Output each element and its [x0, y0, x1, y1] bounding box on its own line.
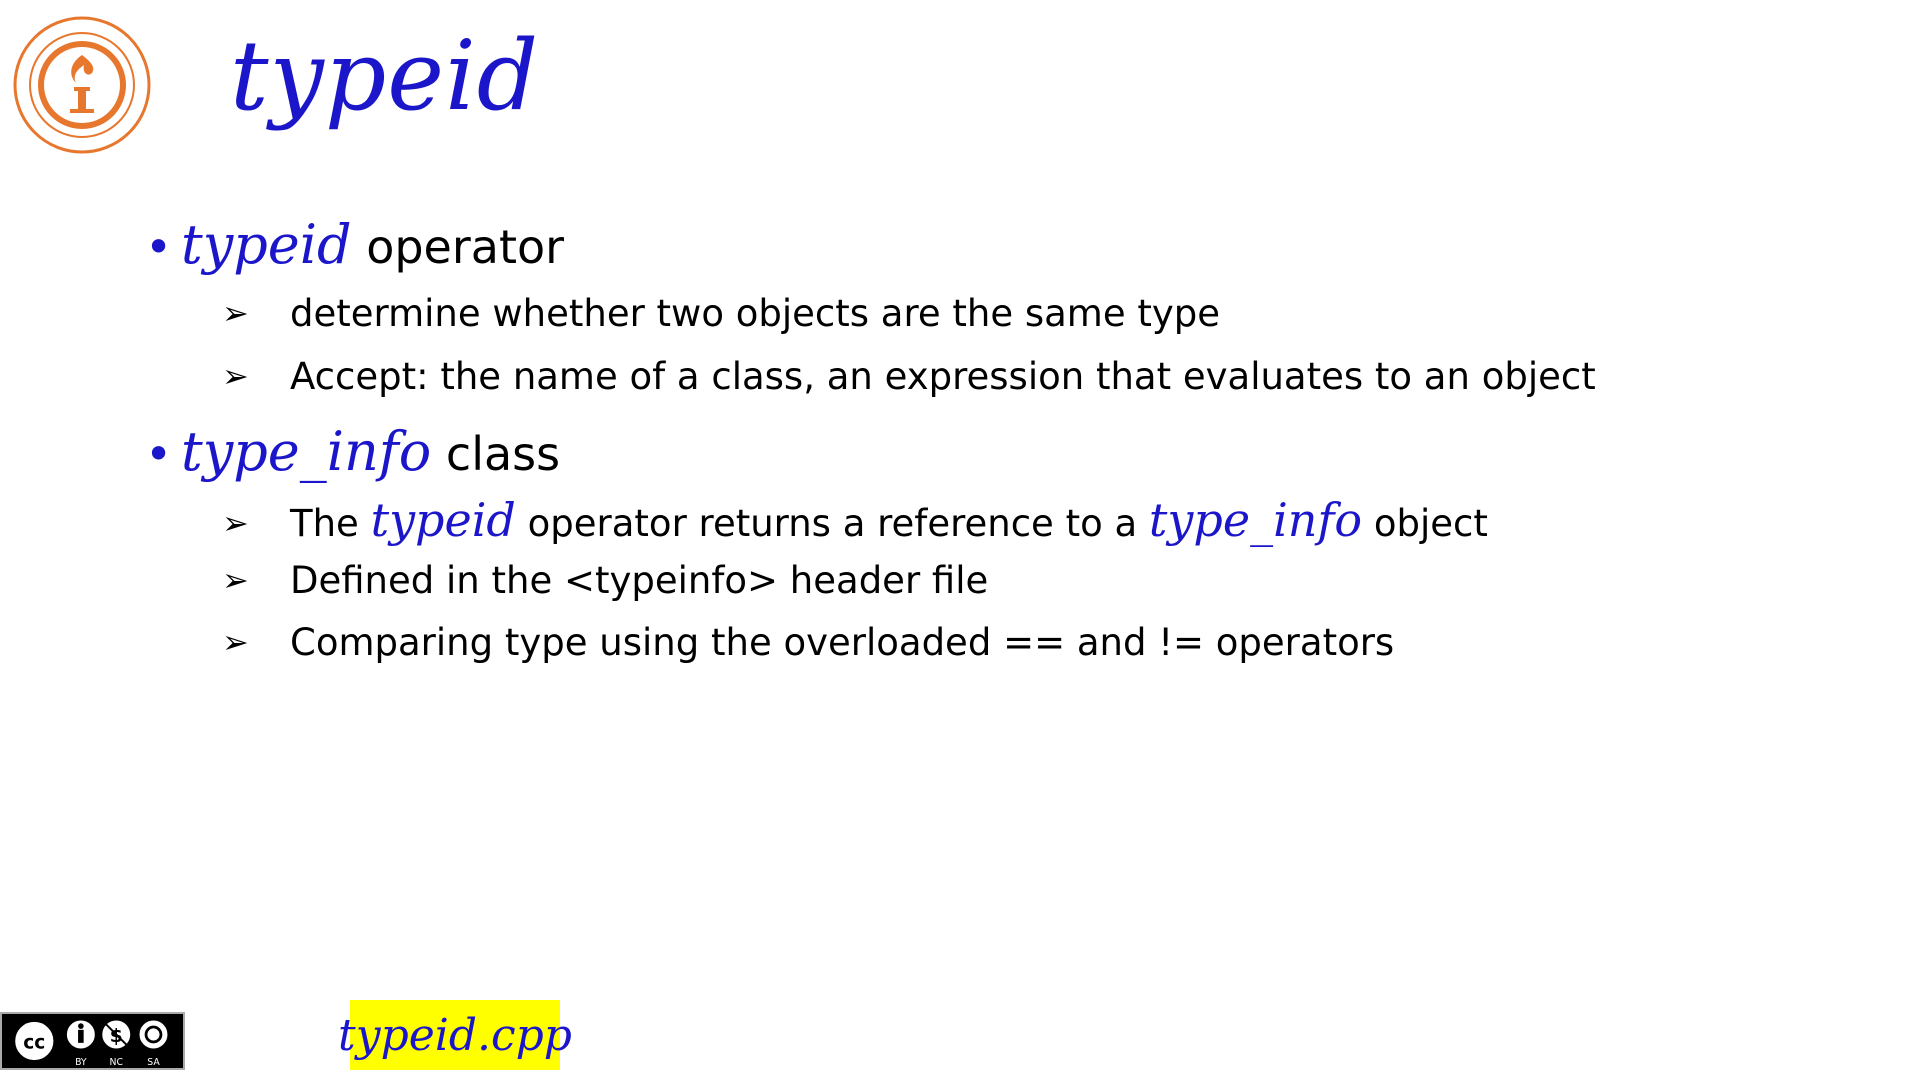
bullet-text: operator — [351, 220, 565, 274]
sub-item-text: The — [290, 502, 371, 545]
sub-item-text: Accept: the name of a class, an expressi… — [290, 355, 1596, 398]
arrow-bullet-icon: ➢ — [222, 504, 249, 542]
bullet-text: class — [431, 427, 561, 481]
code-term: typeid — [181, 213, 352, 276]
slide-title: typeid — [230, 20, 540, 132]
bullet-dot-icon: • — [145, 427, 173, 481]
sub-item: ➢ determine whether two objects are the s… — [222, 295, 1220, 332]
code-term: typeid — [370, 493, 516, 547]
nc-label: NC — [110, 1057, 123, 1068]
cc-license-badge: cc $ BY NC SA — [0, 1012, 185, 1070]
code-term: type_info — [181, 420, 432, 483]
sub-item-text: operator returns a reference to a — [515, 502, 1149, 545]
arrow-bullet-icon: ➢ — [222, 623, 249, 661]
sa-label: SA — [147, 1057, 160, 1068]
bullet-dot-icon: • — [145, 220, 173, 274]
bullet-typeid-operator: • typeid operator — [145, 218, 564, 272]
sub-item-text: Defined in the <typeinfo> header file — [290, 559, 989, 602]
sub-item: ➢ Defined in the <typeinfo> header file — [222, 562, 988, 599]
bullet-type-info-class: • type_info class — [145, 425, 560, 479]
sub-item-text: Comparing type using the overloaded == a… — [290, 621, 1395, 664]
by-icon — [65, 1018, 97, 1051]
arrow-bullet-icon: ➢ — [222, 357, 249, 395]
nc-icon: $ — [100, 1018, 133, 1051]
sub-item: ➢ Accept: the name of a class, an express… — [222, 358, 1596, 395]
by-label: BY — [75, 1057, 87, 1068]
svg-text:cc: cc — [23, 1032, 45, 1053]
arrow-bullet-icon: ➢ — [222, 561, 249, 599]
code-term: type_info — [1148, 493, 1363, 547]
arrow-bullet-icon: ➢ — [222, 294, 249, 332]
university-seal-logo — [13, 16, 151, 154]
sub-item-text: determine whether two objects are the sa… — [290, 292, 1221, 335]
sub-item-text: object — [1362, 502, 1488, 545]
sub-item: ➢ Comparing type using the overloaded == … — [222, 624, 1394, 661]
sub-item: ➢ The typeid operator returns a reference… — [222, 497, 1488, 543]
sa-icon — [137, 1018, 170, 1051]
source-file-label: typeid.cpp — [338, 1000, 572, 1070]
cc-icon: cc — [12, 1019, 57, 1063]
